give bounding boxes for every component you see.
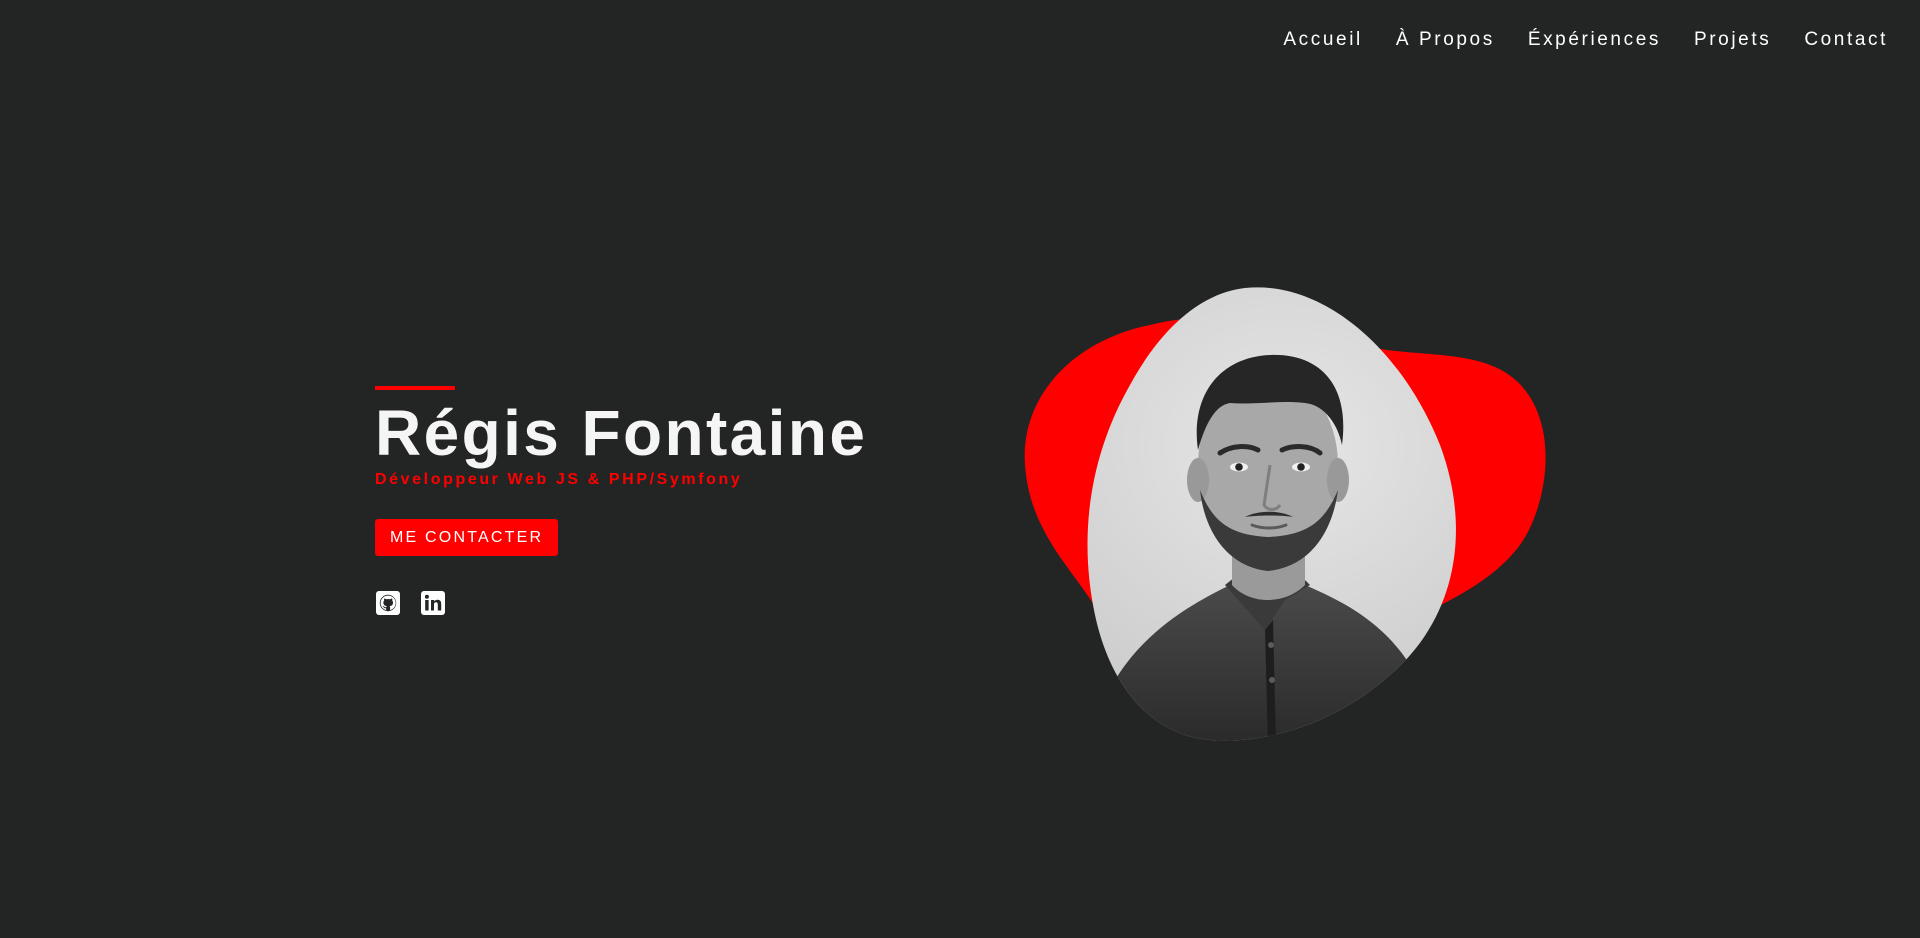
page: Accueil À Propos Éxpériences Projets Con…: [0, 0, 1920, 938]
social-links: [375, 590, 867, 616]
hero-section: Régis Fontaine Développeur Web JS & PHP/…: [375, 386, 867, 616]
contact-button[interactable]: ME CONTACTER: [375, 519, 559, 556]
main-nav: Accueil À Propos Éxpériences Projets Con…: [1283, 28, 1888, 52]
nav-item-contact[interactable]: Contact: [1804, 28, 1888, 52]
portrait-blob-graphic: [1024, 287, 1546, 741]
hero-name: Régis Fontaine: [375, 397, 868, 469]
nav-item-a-propos[interactable]: À Propos: [1396, 28, 1495, 52]
linkedin-icon[interactable]: [420, 590, 446, 616]
nav-item-accueil[interactable]: Accueil: [1283, 28, 1362, 52]
portrait: [1020, 285, 1550, 745]
github-icon[interactable]: [375, 590, 401, 616]
accent-divider: [375, 386, 455, 390]
nav-item-experiences[interactable]: Éxpériences: [1528, 28, 1661, 52]
hero-subtitle: Développeur Web JS & PHP/Symfony: [375, 471, 743, 488]
nav-item-projets[interactable]: Projets: [1694, 28, 1771, 52]
